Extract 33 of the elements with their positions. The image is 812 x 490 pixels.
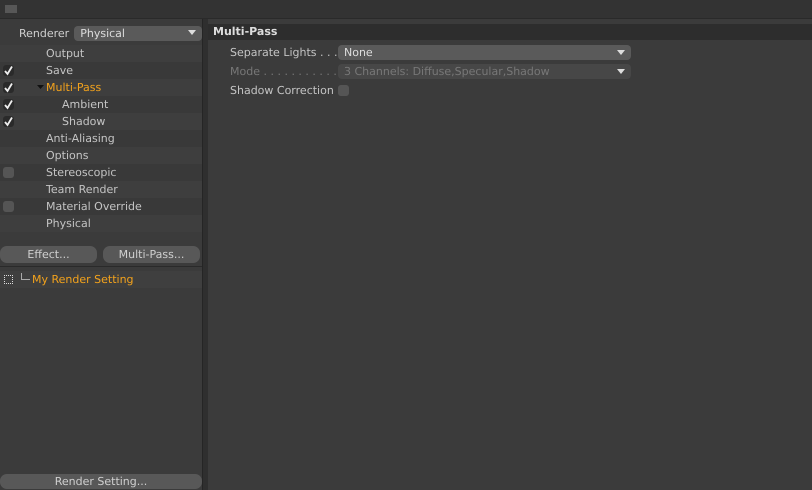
tree-item[interactable]: Stereoscopic xyxy=(46,166,116,179)
checkbox[interactable] xyxy=(2,167,14,178)
caret-icon xyxy=(188,30,196,36)
tree-item[interactable]: Team Render xyxy=(46,183,118,196)
grip-icon[interactable] xyxy=(5,5,17,13)
checkbox[interactable] xyxy=(2,201,14,212)
field-label: Mode . . . . . . . . . . . xyxy=(230,65,334,78)
checkbox[interactable] xyxy=(338,85,349,96)
tree-item[interactable]: Multi-Pass xyxy=(46,81,102,94)
tree-item[interactable]: Shadow xyxy=(62,115,106,128)
tree-item[interactable]: Anti-Aliasing xyxy=(46,132,115,145)
tree-item[interactable]: Material Override xyxy=(46,200,142,213)
checkbox[interactable] xyxy=(2,65,14,76)
tree-item[interactable]: Ambient xyxy=(62,98,108,111)
checkbox[interactable] xyxy=(2,99,14,110)
tree-item[interactable]: Output xyxy=(46,47,84,60)
caret-icon xyxy=(617,50,625,56)
checkbox[interactable] xyxy=(2,82,14,93)
field-label: Separate Lights . . . xyxy=(230,46,334,59)
button[interactable]: Effect... xyxy=(0,246,97,263)
caret-icon xyxy=(617,68,625,74)
checkbox[interactable] xyxy=(2,116,14,127)
section-header: Multi-Pass xyxy=(208,24,812,40)
tree-item[interactable]: Options xyxy=(46,149,88,162)
dropdown[interactable]: None xyxy=(338,45,631,60)
tree-item[interactable]: Save xyxy=(46,64,74,77)
renderer-label: Renderer xyxy=(19,26,70,40)
render-setting-button[interactable]: Render Setting... xyxy=(0,474,202,489)
target-icon[interactable] xyxy=(4,275,13,284)
renderer-dropdown[interactable]: Physical xyxy=(74,26,202,40)
tree-item[interactable]: Physical xyxy=(46,217,91,230)
field-label: Shadow Correction xyxy=(230,84,334,97)
button[interactable]: Multi-Pass... xyxy=(103,246,200,263)
